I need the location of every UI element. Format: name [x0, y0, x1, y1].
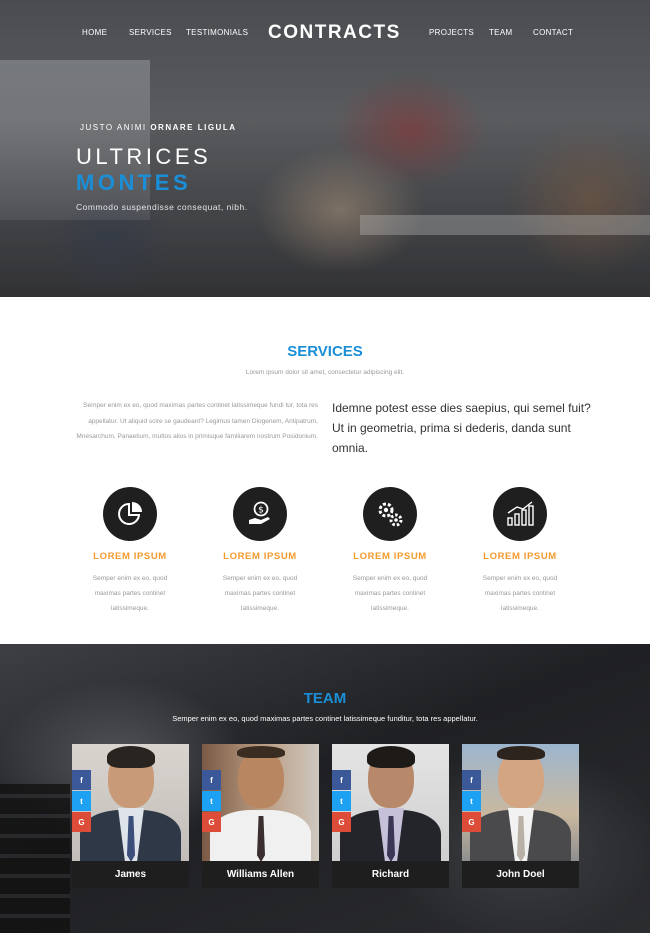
twitter-icon[interactable]: t — [332, 791, 351, 811]
services-title: SERVICES — [287, 343, 363, 360]
service-item: LOREM IPSUM Semper enim ex eo, quod maxi… — [65, 487, 195, 616]
hero-kicker: JUSTO ANIMI ORNARE LIGULA — [80, 123, 237, 132]
nav-link-home[interactable]: HOME — [82, 28, 107, 37]
team-member-name: Richard — [332, 861, 449, 888]
brand-logo[interactable]: CONTRACTS — [268, 22, 401, 44]
social-links: f t G — [202, 770, 221, 833]
team-card: f t G James — [72, 744, 189, 888]
svg-text:$: $ — [258, 506, 264, 516]
service-description: Semper enim ex eo, quod maximas partes c… — [92, 575, 168, 612]
service-item: $ LOREM IPSUM Semper enim ex eo, quod ma… — [195, 487, 325, 616]
service-title: LOREM IPSUM — [223, 551, 297, 562]
laptop-keyboard-background — [0, 784, 70, 933]
hero-title-line1: ULTRICES — [76, 144, 212, 169]
team-member-name: John Doel — [462, 861, 579, 888]
team-subtitle: Semper enim ex eo, quod maximas partes c… — [172, 714, 478, 723]
nav-link-projects[interactable]: PROJECTS — [429, 28, 474, 37]
services-left-text: Semper enim ex eo, quod maximas partes c… — [76, 402, 318, 440]
gears-icon — [363, 487, 417, 541]
main-nav: HOME SERVICES TESTIMONIALS CONTRACTS PRO… — [0, 22, 650, 46]
service-item: LOREM IPSUM Semper enim ex eo, quod maxi… — [325, 487, 455, 616]
google-plus-icon[interactable]: G — [332, 812, 351, 832]
social-links: f t G — [332, 770, 351, 833]
pie-chart-icon — [103, 487, 157, 541]
team-member-name: James — [72, 861, 189, 888]
google-plus-icon[interactable]: G — [462, 812, 481, 832]
team-card: f t G Richard — [332, 744, 449, 888]
nav-link-services[interactable]: SERVICES — [129, 28, 172, 37]
facebook-icon[interactable]: f — [462, 770, 481, 790]
twitter-icon[interactable]: t — [72, 791, 91, 811]
social-links: f t G — [72, 770, 91, 833]
service-description: Semper enim ex eo, quod maximas partes c… — [222, 575, 298, 612]
service-description: Semper enim ex eo, quod maximas partes c… — [352, 575, 428, 612]
twitter-icon[interactable]: t — [202, 791, 221, 811]
service-title: LOREM IPSUM — [483, 551, 557, 562]
team-card: f t G John Doel — [462, 744, 579, 888]
nav-link-contact[interactable]: CONTACT — [533, 28, 573, 37]
team-card: f t G Williams Allen — [202, 744, 319, 888]
twitter-icon[interactable]: t — [462, 791, 481, 811]
social-links: f t G — [462, 770, 481, 833]
nav-link-testimonials[interactable]: TESTIMONIALS — [186, 28, 248, 37]
hero-title-line2: MONTES — [76, 170, 192, 195]
hero-kicker-bold: ORNARE LIGULA — [150, 123, 237, 132]
nav-link-team[interactable]: TEAM — [489, 28, 512, 37]
team-title: TEAM — [303, 690, 347, 707]
services-subtitle: Lorem ipsum dolor sit amet, consectetur … — [245, 369, 405, 376]
service-description: Semper enim ex eo, quod maximas partes c… — [482, 575, 558, 612]
service-title: LOREM IPSUM — [353, 551, 427, 562]
service-title: LOREM IPSUM — [93, 551, 167, 562]
facebook-icon[interactable]: f — [72, 770, 91, 790]
bar-chart-icon — [493, 487, 547, 541]
hand-money-icon: $ — [233, 487, 287, 541]
team-section: TEAM Semper enim ex eo, quod maximas par… — [0, 644, 650, 933]
facebook-icon[interactable]: f — [202, 770, 221, 790]
hero-subtitle: Commodo suspendisse consequat, nibh. — [76, 202, 248, 212]
team-member-name: Williams Allen — [202, 861, 319, 888]
service-item: LOREM IPSUM Semper enim ex eo, quod maxi… — [455, 487, 585, 616]
google-plus-icon[interactable]: G — [202, 812, 221, 832]
google-plus-icon[interactable]: G — [72, 812, 91, 832]
hero-section: HOME SERVICES TESTIMONIALS CONTRACTS PRO… — [0, 0, 650, 297]
hero-kicker-normal: JUSTO ANIMI — [80, 123, 147, 132]
services-right-text: Idemne potest esse dies saepius, qui sem… — [332, 401, 591, 455]
facebook-icon[interactable]: f — [332, 770, 351, 790]
